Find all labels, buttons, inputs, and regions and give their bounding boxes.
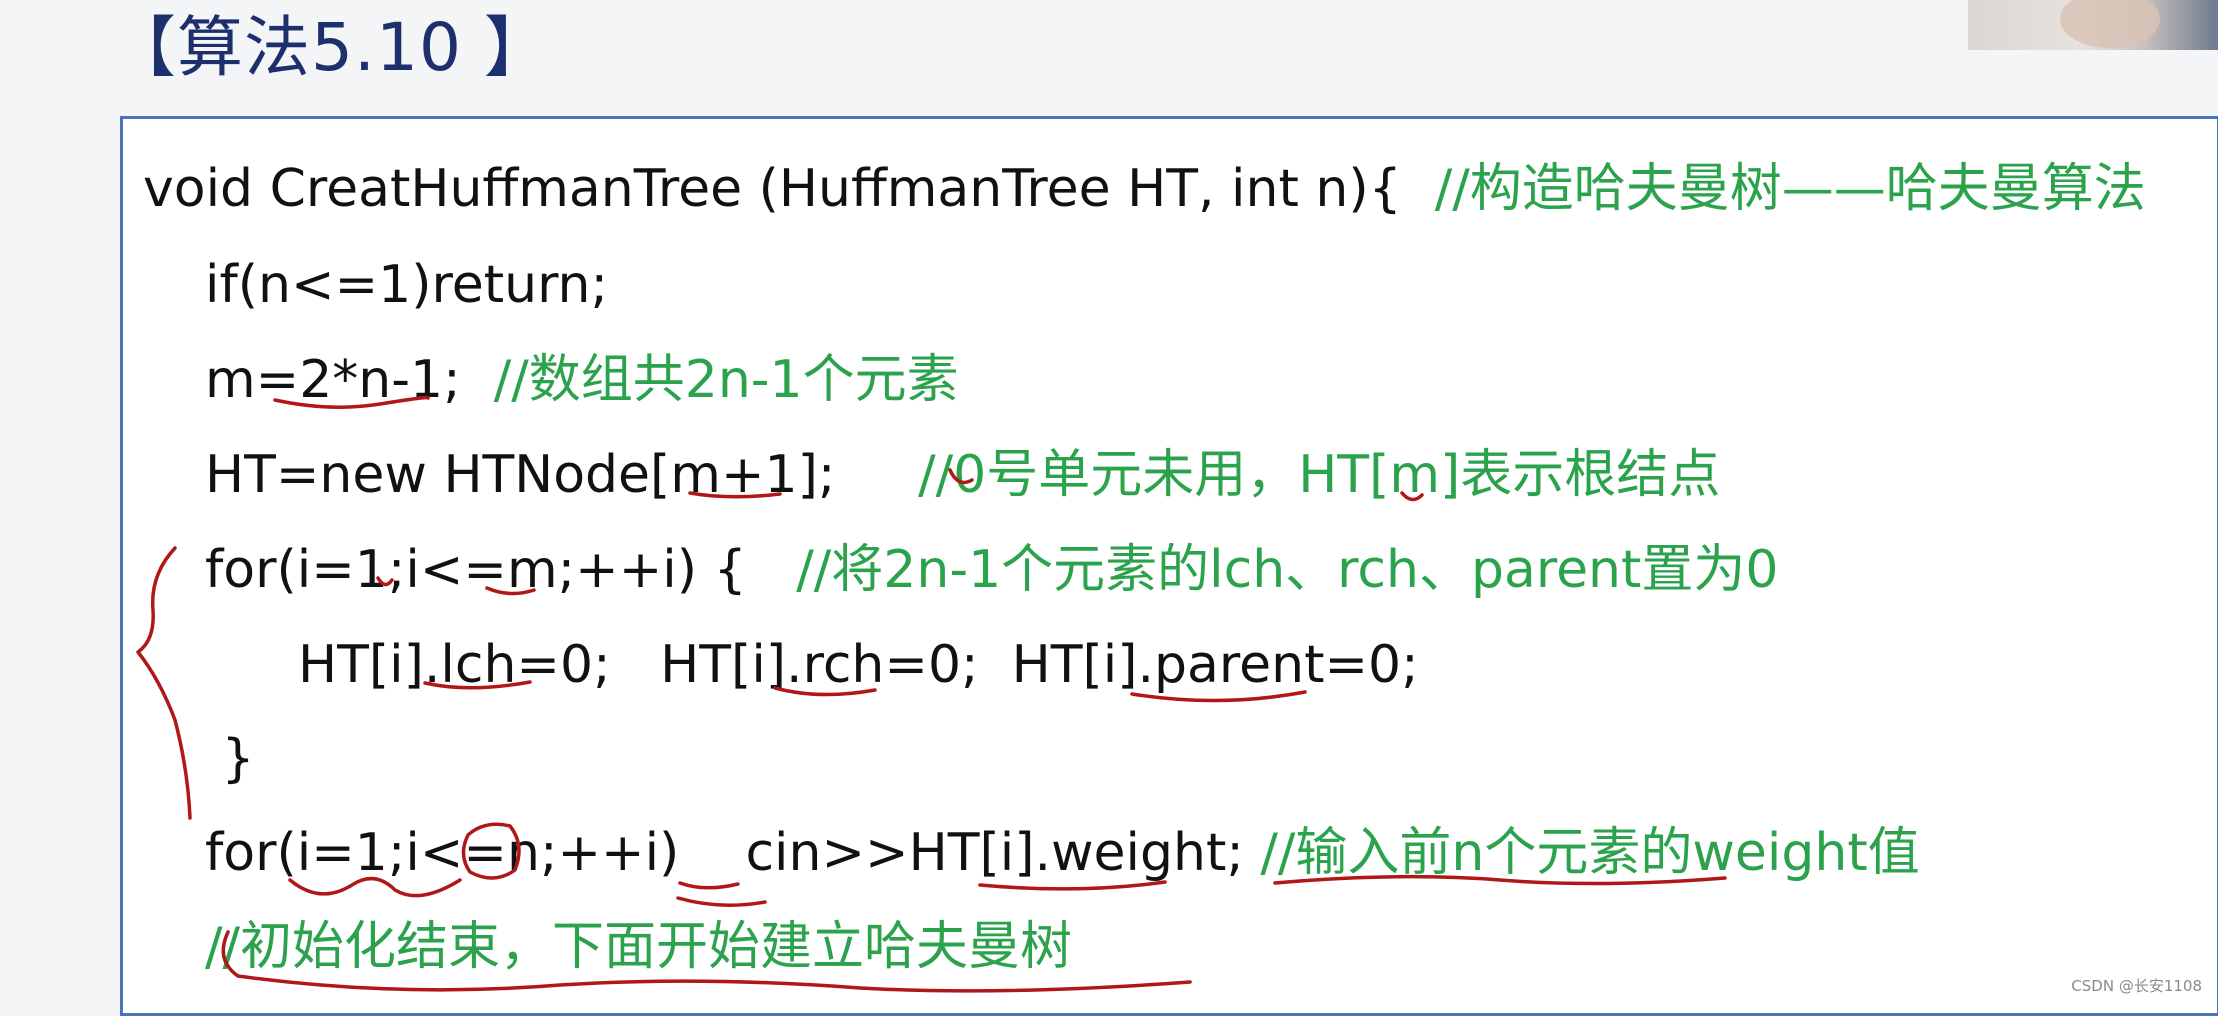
code-line-2: if(n<=1)return; — [205, 253, 608, 317]
code-line-4: HT=new HTNode[m+1]; //0号单元未用，HT[m]表示根结点 — [205, 443, 1720, 507]
code-box: void CreatHuffmanTree (HuffmanTree HT, i… — [120, 116, 2218, 1016]
code-text: m=2*n-1; — [205, 350, 494, 410]
code-text: HT[i].lch=0; HT[i].rch=0; HT[i].parent=0… — [298, 635, 1419, 695]
csdn-watermark: CSDN @长安1108 — [2071, 977, 2202, 995]
presenter-face — [2060, 0, 2160, 48]
code-line-3: m=2*n-1; //数组共2n-1个元素 — [205, 348, 959, 412]
code-line-6: HT[i].lch=0; HT[i].rch=0; HT[i].parent=0… — [298, 633, 1419, 697]
algorithm-heading: 【算法5.10 】 — [110, 9, 551, 86]
code-text: for(i=1;i<=m;++i) { — [205, 540, 797, 600]
code-comment: //将2n-1个元素的lch、rch、parent置为0 — [796, 540, 1779, 600]
code-line-9: //初始化结束，下面开始建立哈夫曼树 — [205, 915, 1072, 979]
code-text: } — [205, 729, 255, 789]
code-comment: //输入前n个元素的weight值 — [1260, 823, 1920, 883]
code-line-1: void CreatHuffmanTree (HuffmanTree HT, i… — [143, 157, 2146, 221]
code-text: if(n<=1)return; — [205, 255, 609, 315]
presenter-video-thumbnail — [1968, 0, 2218, 50]
code-line-5: for(i=1;i<=m;++i) { //将2n-1个元素的lch、rch、p… — [205, 538, 1779, 602]
code-comment: //初始化结束，下面开始建立哈夫曼树 — [205, 917, 1073, 977]
code-line-8: for(i=1;i<=n;++i) cin>>HT[i].weight; //输… — [205, 821, 1920, 885]
code-text: void CreatHuffmanTree (HuffmanTree HT, i… — [143, 159, 1435, 219]
code-text: HT=new HTNode[m+1]; — [205, 445, 919, 505]
code-text: for(i=1;i<=n;++i) cin>>HT[i].weight; — [205, 823, 1261, 883]
code-comment: //构造哈夫曼树——哈夫曼算法 — [1434, 159, 2146, 219]
code-line-7: } — [205, 727, 255, 791]
code-comment: //0号单元未用，HT[m]表示根结点 — [918, 445, 1721, 505]
code-comment: //数组共2n-1个元素 — [493, 350, 959, 410]
